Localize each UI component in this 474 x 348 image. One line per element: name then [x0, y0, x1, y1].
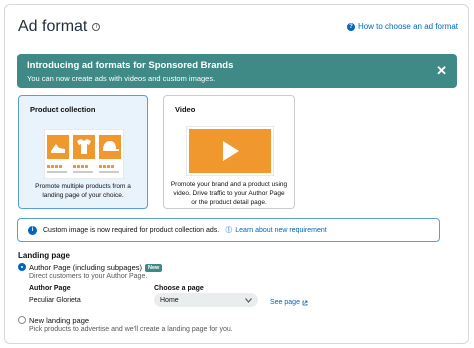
banner-subtitle: You can now create ads with videos and c… [27, 74, 216, 83]
see-page-text[interactable]: See page [270, 299, 300, 306]
card-description: Promote your brand and a product using v… [170, 181, 288, 206]
author-page-option-label: Author Page (including subpages) [29, 263, 142, 272]
custom-image-notice: i Custom image is now required for produ… [17, 218, 440, 242]
learn-more-text[interactable]: Learn about new requirement [235, 227, 326, 234]
notice-text: Custom image is now required for product… [43, 226, 220, 234]
choose-page-label: Choose a page [154, 285, 204, 292]
close-icon[interactable]: ✕ [436, 63, 447, 79]
author-page-value: Peculiar Glorieta [29, 297, 81, 304]
banner-title: Introducing ad formats for Sponsored Bra… [27, 60, 234, 71]
author-page-option-desc: Direct customers to your Author Page. [29, 273, 148, 280]
new-landing-page-radio[interactable] [18, 316, 26, 324]
product-collection-card[interactable]: Product collection Promote multiple prod… [18, 95, 148, 209]
page-select-value: Home [160, 296, 179, 304]
author-page-option[interactable]: Author Page (including subpages) New [29, 263, 163, 273]
info-icon[interactable]: i [92, 23, 101, 31]
new-landing-page-desc: Pick products to advertise and we'll cre… [29, 326, 233, 333]
see-page-link[interactable]: See page [270, 299, 308, 306]
external-link-icon [302, 300, 308, 305]
author-page-label: Author Page [29, 285, 71, 292]
intro-banner: Introducing ad formats for Sponsored Bra… [17, 54, 457, 88]
learn-more-link[interactable]: ⓵ Learn about new requirement [225, 225, 326, 235]
card-description: Promote multiple products from a landing… [35, 183, 131, 199]
new-badge: New [145, 264, 163, 273]
info-icon: i [28, 225, 37, 235]
external-link-icon: ⓵ [225, 227, 233, 234]
page-select[interactable]: Home [154, 293, 258, 307]
section-title-text: Ad format [18, 18, 88, 35]
help-icon: ? [346, 22, 355, 31]
video-card[interactable]: Video Promote your brand and a product u… [163, 95, 295, 209]
help-link-text[interactable]: How to choose an ad format [358, 22, 458, 31]
section-title: Ad format i [18, 18, 101, 36]
chevron-down-icon [245, 297, 252, 303]
card-title: Product collection [30, 105, 96, 114]
how-to-choose-link[interactable]: ? How to choose an ad format [346, 22, 458, 31]
new-landing-page-option[interactable]: New landing page [29, 316, 89, 325]
landing-page-heading: Landing page [18, 251, 70, 260]
card-title: Video [175, 105, 196, 114]
author-page-radio[interactable] [18, 263, 26, 271]
product-collection-illustration [44, 129, 124, 179]
video-illustration [186, 126, 274, 176]
